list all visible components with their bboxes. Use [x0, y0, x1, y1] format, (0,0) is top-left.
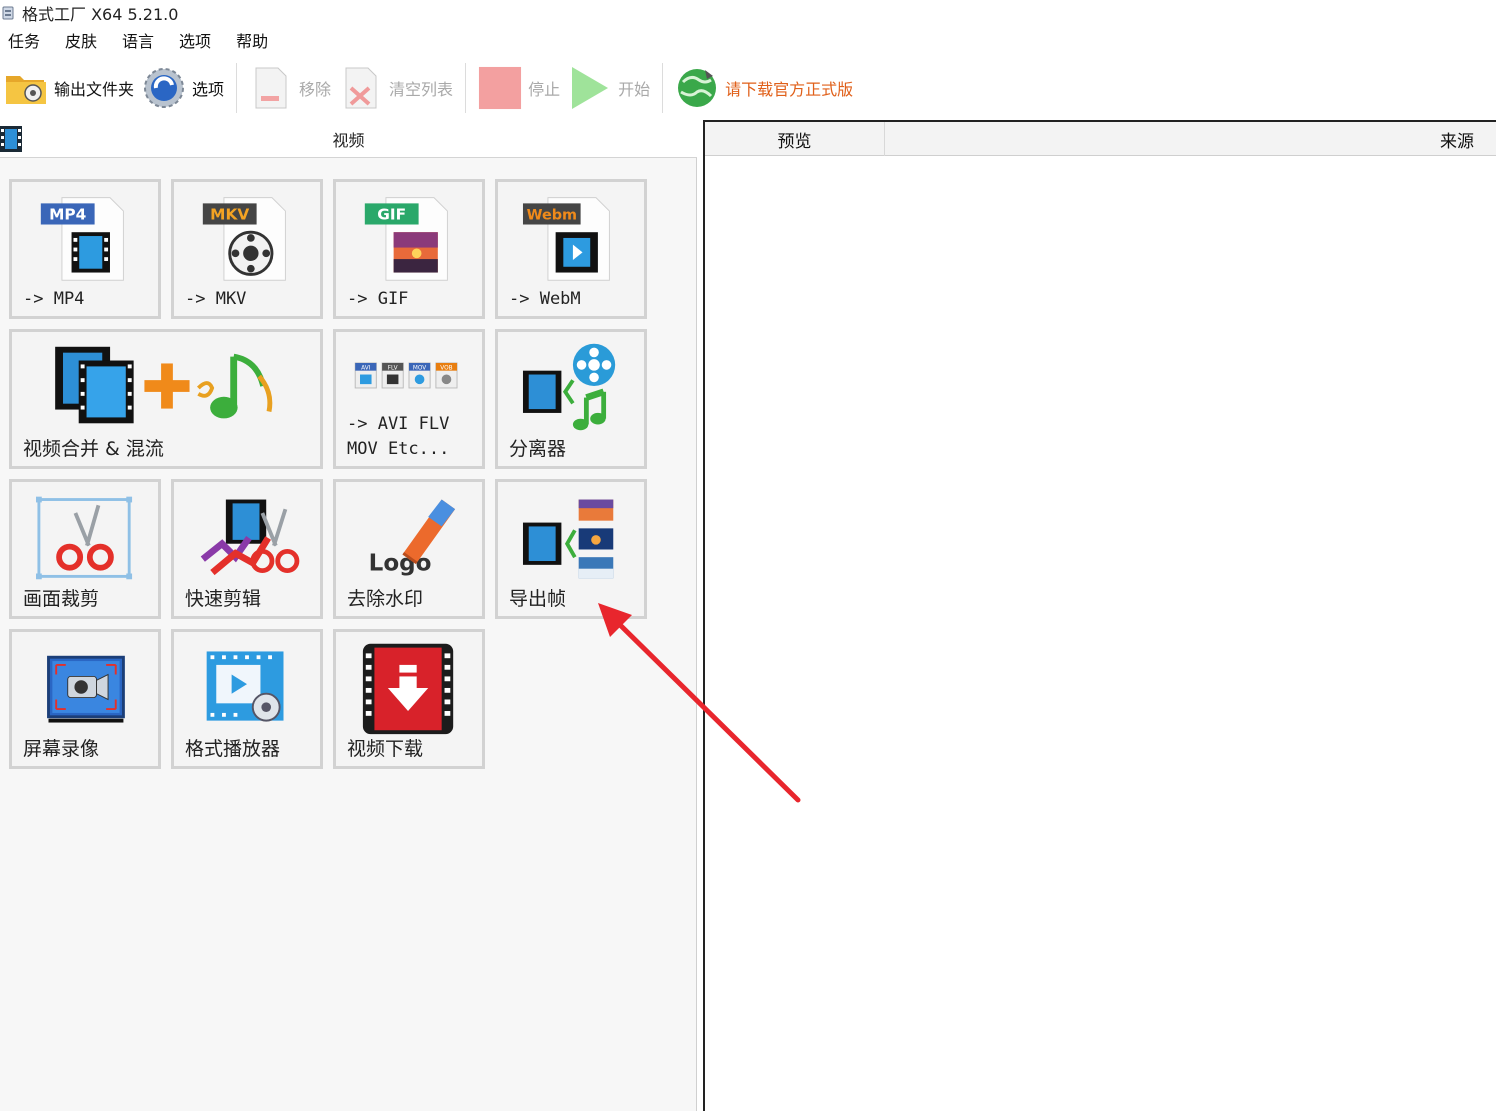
toolbar-separator [662, 63, 664, 113]
splitter-icon [522, 343, 616, 431]
folder-icon [4, 66, 48, 110]
stop-button[interactable]: 停止 [474, 62, 564, 114]
gif-file-icon: GIF [364, 197, 448, 281]
svg-text:MP4: MP4 [49, 206, 86, 224]
tile-to-gif[interactable]: GIF -> GIF [333, 179, 485, 319]
window-title: 格式工厂 X64 5.21.0 [22, 5, 179, 24]
svg-text:FLV: FLV [388, 366, 398, 372]
column-preview[interactable]: 预览 [705, 122, 885, 156]
tile-label: 视频下载 [347, 738, 424, 760]
tile-export-frames[interactable]: 导出帧 [495, 479, 647, 619]
menu-language[interactable]: 语言 [114, 28, 162, 56]
menu-skin[interactable]: 皮肤 [57, 28, 105, 56]
menu-bar: 任务 皮肤 语言 选项 帮助 [0, 28, 285, 56]
tile-screen-record[interactable]: 屏幕录像 [9, 629, 161, 769]
task-list-panel[interactable]: 预览 来源 [703, 120, 1496, 1111]
tile-format-player[interactable]: 格式播放器 [171, 629, 323, 769]
clear-list-button[interactable]: 清空列表 [335, 62, 457, 114]
svg-text:AVI: AVI [361, 366, 370, 372]
tile-label: 去除水印 [347, 588, 424, 610]
player-icon [206, 651, 284, 722]
format-factory-window: 格式工厂 X64 5.21.0 任务 皮肤 语言 选项 帮助 输出文件夹 选项 … [0, 0, 1496, 1111]
merge-mux-icon [55, 346, 273, 424]
remove-document-icon [249, 66, 293, 110]
output-folder-button[interactable]: 输出文件夹 [0, 62, 138, 114]
webm-file-icon: Webm [522, 197, 610, 281]
svg-text:MKV: MKV [210, 206, 249, 224]
stop-label: 停止 [528, 80, 561, 99]
toolbar: 输出文件夹 选项 移除 清空列表 停止 开始 请下载官方正式版 [0, 60, 1496, 116]
column-source[interactable]: 来源 [1440, 122, 1474, 156]
start-label: 开始 [618, 80, 651, 99]
tile-quick-cut[interactable]: 快速剪辑 [171, 479, 323, 619]
menu-task[interactable]: 任务 [0, 28, 48, 56]
tile-label: -> GIF [347, 289, 409, 309]
tile-label: 快速剪辑 [185, 588, 262, 610]
tile-label: 视频合并 & 混流 [23, 438, 164, 460]
tile-video-merge[interactable]: 视频合并 & 混流 [9, 329, 323, 469]
tile-label: 格式播放器 [185, 738, 281, 760]
screen-record-icon [47, 655, 125, 723]
svg-text:GIF: GIF [377, 206, 406, 224]
quick-cut-icon [200, 499, 300, 576]
output-folder-label: 输出文件夹 [54, 80, 135, 99]
title-bar: 格式工厂 X64 5.21.0 [0, 0, 1496, 26]
tile-label: -> MP4 [23, 289, 85, 309]
gear-icon [142, 66, 186, 110]
tile-video-download[interactable]: 视频下载 [333, 629, 485, 769]
tile-to-mkv[interactable]: MKV -> MKV [171, 179, 323, 319]
mp4-file-icon: MP4 [40, 197, 124, 281]
svg-text:MOV: MOV [413, 366, 426, 372]
export-frames-icon [522, 499, 614, 579]
clear-list-label: 清空列表 [389, 80, 454, 99]
tile-to-webm[interactable]: Webm -> WebM [495, 179, 647, 319]
tile-label: -> WebM [509, 289, 581, 309]
tile-label: 画面裁剪 [23, 588, 100, 610]
tile-splitter[interactable]: 分离器 [495, 329, 647, 469]
stop-icon [478, 66, 522, 110]
menu-options[interactable]: 选项 [171, 28, 219, 56]
svg-text:VOB: VOB [440, 366, 452, 372]
tile-to-avi-flv-mov[interactable]: AVI FLV MOV VOB -> AVI FLV MOV Etc... [333, 329, 485, 469]
task-list-header: 预览 来源 [705, 122, 1496, 156]
globe-icon [675, 66, 719, 110]
start-button[interactable]: 开始 [564, 62, 654, 114]
play-icon [568, 66, 612, 110]
toolbar-separator [465, 63, 467, 113]
download-official-link[interactable]: 请下载官方正式版 [671, 62, 857, 114]
tile-remove-watermark[interactable]: Logo 去除水印 [333, 479, 485, 619]
column-preview-label: 预览 [777, 131, 812, 152]
tile-label: 导出帧 [509, 588, 567, 610]
remove-button[interactable]: 移除 [245, 62, 335, 114]
menu-help[interactable]: 帮助 [228, 28, 276, 56]
tile-to-mp4[interactable]: MP4 -> MP4 [9, 179, 161, 319]
svg-text:Webm: Webm [527, 208, 577, 224]
tile-label: -> MKV [185, 289, 247, 309]
tile-label: 分离器 [509, 438, 567, 460]
mkv-file-icon: MKV [202, 197, 286, 281]
video-download-icon [362, 643, 454, 735]
toolbar-separator [236, 63, 238, 113]
scissors-crop-icon [36, 496, 133, 580]
eraser-logo-icon: Logo [369, 499, 456, 577]
remove-label: 移除 [299, 80, 332, 99]
options-label: 选项 [192, 80, 225, 99]
category-title: 视频 [332, 130, 365, 150]
clear-list-icon [339, 66, 383, 110]
download-official-label: 请下载官方正式版 [725, 80, 854, 99]
tile-label: -> AVI FLV MOV Etc... [347, 414, 450, 459]
tile-crop[interactable]: 画面裁剪 [9, 479, 161, 619]
options-button[interactable]: 选项 [138, 62, 228, 114]
film-strip-icon [0, 126, 22, 152]
category-header-video[interactable]: 视频 [0, 120, 697, 158]
tile-label: 屏幕录像 [23, 738, 100, 760]
function-panel: 视频 MP4 -> MP4 MKV -> MKV GIF -> GIF Webm… [0, 120, 697, 1111]
app-icon [2, 6, 14, 20]
column-source-label: 来源 [1440, 131, 1474, 152]
